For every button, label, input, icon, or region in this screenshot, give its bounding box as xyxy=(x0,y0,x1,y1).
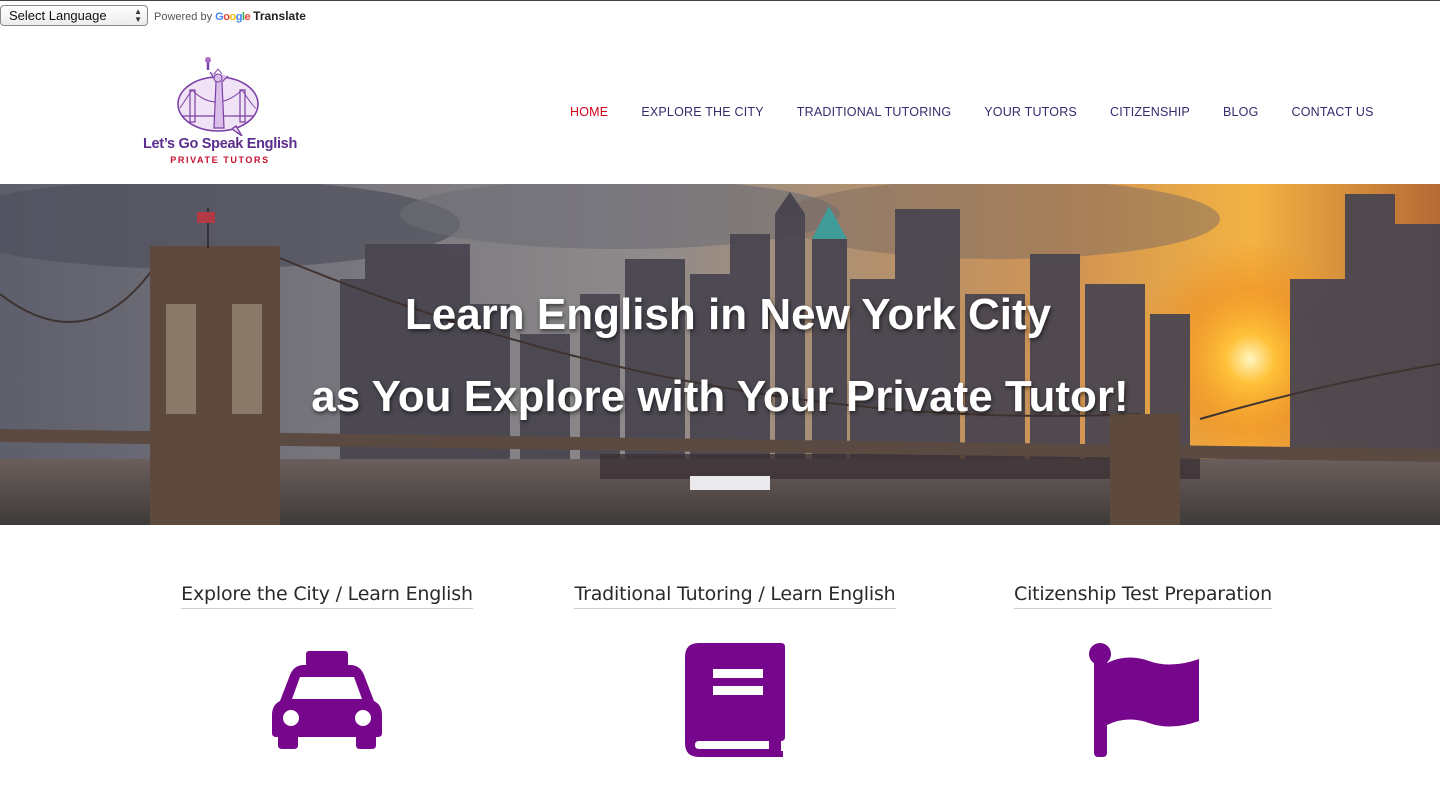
language-select[interactable]: Select Language ▲ ▼ xyxy=(0,5,148,26)
logo-title: Let’s Go Speak English xyxy=(142,136,297,152)
logo-subtitle: PRIVATE TUTORS xyxy=(170,155,270,165)
hero-headline: Learn English in New York City xyxy=(404,290,1052,339)
nav-home[interactable]: HOME xyxy=(570,105,608,119)
services-section: Explore the City / Learn English Traditi… xyxy=(0,525,1440,790)
taxi-icon[interactable] xyxy=(272,651,382,751)
service-title-citizenship[interactable]: Citizenship Test Preparation xyxy=(1014,583,1272,609)
service-title-tutoring[interactable]: Traditional Tutoring / Learn English xyxy=(574,583,896,609)
service-title-explore[interactable]: Explore the City / Learn English xyxy=(181,583,473,609)
statue-of-liberty-logo-icon xyxy=(177,57,259,137)
hero-banner: Learn English in New York City as You Ex… xyxy=(0,184,1440,525)
nav-contact-us[interactable]: CONTACT US xyxy=(1292,105,1374,119)
book-icon[interactable] xyxy=(685,643,787,757)
service-explore-city: Explore the City / Learn English xyxy=(180,583,474,609)
main-nav: HOME EXPLORE THE CITY TRADITIONAL TUTORI… xyxy=(570,105,1374,119)
flag-icon[interactable] xyxy=(1087,643,1201,759)
nav-blog[interactable]: BLOG xyxy=(1223,105,1259,119)
translate-link[interactable]: Translate xyxy=(253,9,306,23)
service-citizenship: Citizenship Test Preparation xyxy=(1011,583,1275,609)
service-traditional-tutoring: Traditional Tutoring / Learn English xyxy=(572,583,898,609)
nav-citizenship[interactable]: CITIZENSHIP xyxy=(1110,105,1190,119)
nav-traditional-tutoring[interactable]: TRADITIONAL TUTORING xyxy=(797,105,951,119)
powered-by-google: Powered by Google Translate xyxy=(154,9,306,23)
site-logo[interactable]: Let’s Go Speak English PRIVATE TUTORS xyxy=(138,56,308,171)
nyc-skyline-image xyxy=(0,184,1440,525)
language-select-label: Select Language xyxy=(9,8,107,23)
translate-bar: Select Language ▲ ▼ Powered by Google Tra… xyxy=(0,0,1440,30)
nav-your-tutors[interactable]: YOUR TUTORS xyxy=(984,105,1077,119)
powered-by-label: Powered by xyxy=(154,11,213,23)
select-arrows-icon: ▲ ▼ xyxy=(134,7,142,24)
hero-subheadline: as You Explore with Your Private Tutor! xyxy=(311,372,1129,421)
nav-explore-the-city[interactable]: EXPLORE THE CITY xyxy=(641,105,763,119)
google-logo: Google xyxy=(215,11,251,23)
site-header: Let’s Go Speak English PRIVATE TUTORS HO… xyxy=(0,30,1440,184)
